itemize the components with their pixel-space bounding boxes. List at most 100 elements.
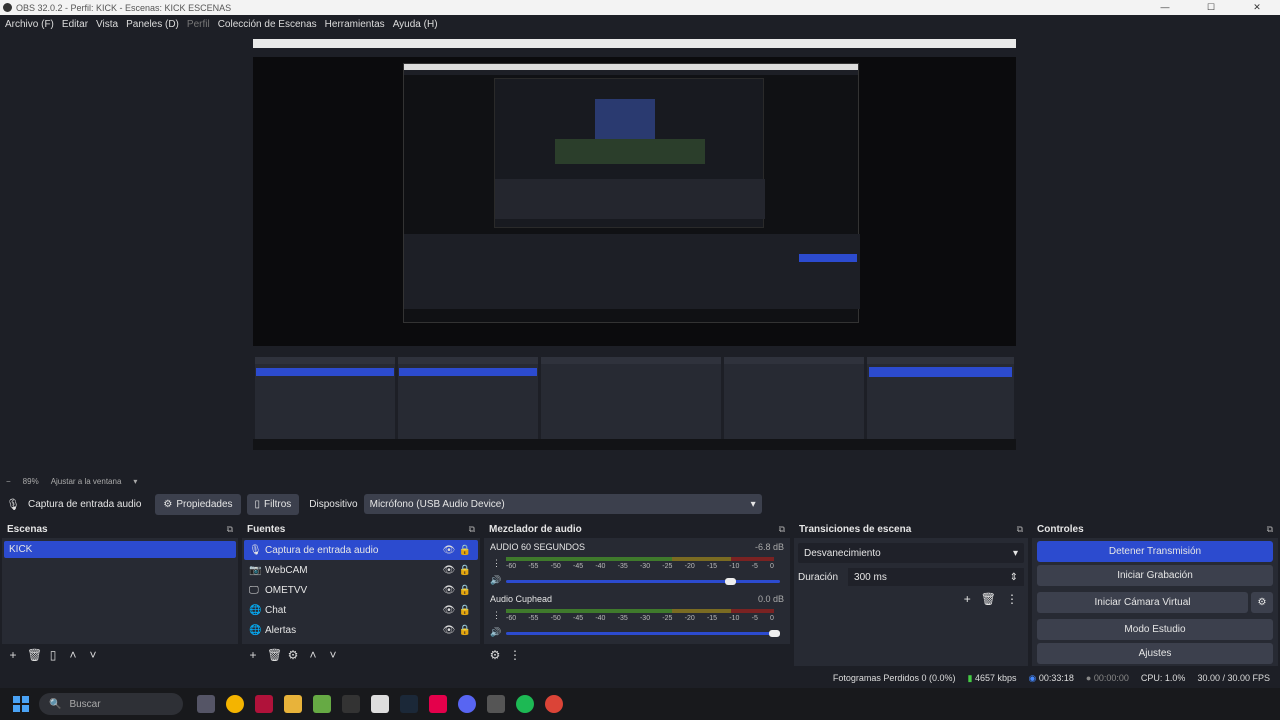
controls-title: Controles — [1037, 524, 1084, 535]
preview-nested-window-2 — [494, 78, 765, 228]
spinner-icon[interactable]: ⇕ — [1010, 572, 1018, 583]
obs-logo-icon — [3, 3, 12, 12]
start-recording-button[interactable]: Iniciar Grabación — [1037, 565, 1273, 586]
menu-vista[interactable]: Vista — [96, 19, 118, 30]
transitions-dock: Transiciones de escena ⧉ Desvanecimiento ▾… — [794, 521, 1028, 666]
undock-icon[interactable]: ⧉ — [469, 524, 475, 535]
virtual-camera-button[interactable]: Iniciar Cámara Virtual — [1037, 592, 1248, 613]
trash-icon[interactable]: 🗑 — [981, 592, 996, 606]
app-icon[interactable] — [255, 695, 273, 713]
source-item[interactable]: 🌐 Alertas 👁 🔒 — [244, 620, 478, 640]
trash-icon[interactable]: 🗑 — [27, 648, 42, 662]
menu-perfil[interactable]: Perfil — [187, 19, 210, 30]
transition-select[interactable]: Desvanecimiento ▾ — [798, 543, 1024, 563]
lock-icon[interactable]: 🔒 — [457, 545, 473, 556]
fit-window-button[interactable]: Ajustar a la ventana — [51, 477, 122, 486]
mic-icon: 🎙 — [249, 544, 262, 556]
eye-icon[interactable]: 👁 — [441, 545, 457, 556]
menu-paneles[interactable]: Paneles (D) — [126, 19, 179, 30]
discord-icon[interactable] — [458, 695, 476, 713]
duration-input[interactable]: 300 ms ⇕ — [848, 568, 1024, 586]
menu-bar: Archivo (F) Editar Vista Paneles (D) Per… — [0, 15, 1280, 33]
arrow-up-icon[interactable]: ˄ — [307, 648, 319, 662]
minimize-button[interactable]: — — [1142, 0, 1188, 15]
volume-slider[interactable] — [506, 630, 780, 637]
menu-archivo[interactable]: Archivo (F) — [5, 19, 54, 30]
studio-mode-button[interactable]: Modo Estudio — [1037, 619, 1273, 640]
stream-preview[interactable] — [253, 39, 1016, 450]
scene-item[interactable]: KICK — [4, 541, 236, 558]
preview-area — [0, 33, 1280, 473]
source-item[interactable]: 📷 WebCAM 👁 🔒 — [244, 560, 478, 580]
undock-icon[interactable]: ⧉ — [1017, 524, 1023, 535]
chrome-icon[interactable] — [545, 695, 563, 713]
volume-knob[interactable] — [725, 578, 737, 585]
signal-icon: ▮ — [967, 672, 973, 683]
obs-icon[interactable] — [487, 695, 505, 713]
record-icon: ● — [1085, 673, 1092, 683]
add-icon[interactable]: + — [964, 592, 971, 606]
eye-icon[interactable]: 👁 — [441, 585, 457, 596]
undock-icon[interactable]: ⧉ — [227, 524, 233, 535]
app-icon[interactable] — [197, 695, 215, 713]
trash-icon[interactable]: 🗑 — [267, 648, 282, 662]
speaker-icon[interactable]: 🔊 — [490, 575, 501, 586]
volume-slider[interactable] — [506, 578, 780, 585]
eye-icon[interactable]: 👁 — [441, 625, 457, 636]
speaker-icon[interactable]: 🔊 — [490, 627, 501, 638]
lock-icon[interactable]: 🔒 — [457, 625, 473, 636]
gear-icon[interactable]: ⚙ — [287, 648, 299, 662]
undock-icon[interactable]: ⧉ — [1267, 524, 1273, 535]
sources-dock: Fuentes ⧉ 🎙 Captura de entrada audio 👁 🔒 📷 We… — [242, 521, 480, 666]
steam-icon[interactable] — [400, 695, 418, 713]
arrow-up-icon[interactable]: ˄ — [67, 648, 79, 662]
add-icon[interactable]: + — [247, 648, 259, 662]
source-item[interactable]: 🖵 OMETVV 👁 🔒 — [244, 580, 478, 600]
source-item[interactable]: 🌐 Chat 👁 🔒 — [244, 600, 478, 620]
monitor-icon: 🖵 — [249, 584, 259, 596]
app-icon[interactable] — [226, 695, 244, 713]
eye-icon[interactable]: 👁 — [441, 565, 457, 576]
folder-icon[interactable] — [284, 695, 302, 713]
zoom-out-button[interactable]: − — [6, 477, 11, 486]
eye-icon[interactable]: 👁 — [441, 605, 457, 616]
close-button[interactable]: ✕ — [1234, 0, 1280, 15]
menu-herramientas[interactable]: Herramientas — [325, 19, 385, 30]
stop-stream-button[interactable]: Detener Transmisión — [1037, 541, 1273, 562]
app-icon[interactable] — [429, 695, 447, 713]
windows-start-icon[interactable] — [13, 696, 29, 712]
source-item[interactable]: 🎙 Captura de entrada audio 👁 🔒 — [244, 540, 478, 560]
menu-coleccion[interactable]: Colección de Escenas — [218, 19, 317, 30]
arrow-down-icon[interactable]: ˅ — [87, 648, 99, 662]
chevron-down-icon[interactable]: ▾ — [133, 477, 137, 486]
more-icon[interactable]: ⋮ — [1006, 592, 1018, 606]
settings-button[interactable]: Ajustes — [1037, 643, 1273, 664]
maximize-button[interactable]: ☐ — [1188, 0, 1234, 15]
lock-icon[interactable]: 🔒 — [457, 585, 473, 596]
scenes-dock: Escenas ⧉ KICK + 🗑 ▯ ˄ ˅ — [2, 521, 238, 666]
app-icon[interactable] — [313, 695, 331, 713]
epic-games-icon[interactable] — [342, 695, 360, 713]
filter-icon: ▯ — [254, 498, 261, 510]
zoom-level: 89% — [22, 477, 39, 486]
menu-editar[interactable]: Editar — [62, 19, 88, 30]
more-icon[interactable]: ⋮ — [492, 558, 501, 569]
menu-ayuda[interactable]: Ayuda (H) — [393, 19, 438, 30]
filter-icon[interactable]: ▯ — [47, 648, 59, 662]
gear-icon[interactable]: ⚙ — [1251, 592, 1273, 613]
properties-button[interactable]: ⚙ Propiedades — [155, 493, 241, 515]
app-icon[interactable] — [371, 695, 389, 713]
lock-icon[interactable]: 🔒 — [457, 605, 473, 616]
more-icon[interactable]: ⋮ — [492, 610, 501, 621]
undock-icon[interactable]: ⧉ — [779, 524, 785, 535]
volume-knob[interactable] — [769, 630, 780, 637]
filters-button[interactable]: ▯ Filtros — [246, 493, 300, 515]
add-icon[interactable]: + — [7, 648, 19, 662]
arrow-down-icon[interactable]: ˅ — [327, 648, 339, 662]
advanced-audio-icon[interactable]: ⚙ — [489, 648, 501, 662]
more-icon[interactable]: ⋮ — [509, 648, 521, 662]
taskbar-search[interactable]: 🔍 Buscar — [39, 693, 183, 715]
device-select[interactable]: Micrófono (USB Audio Device) ▾ — [363, 494, 762, 514]
spotify-icon[interactable] — [516, 695, 534, 713]
lock-icon[interactable]: 🔒 — [457, 565, 473, 576]
